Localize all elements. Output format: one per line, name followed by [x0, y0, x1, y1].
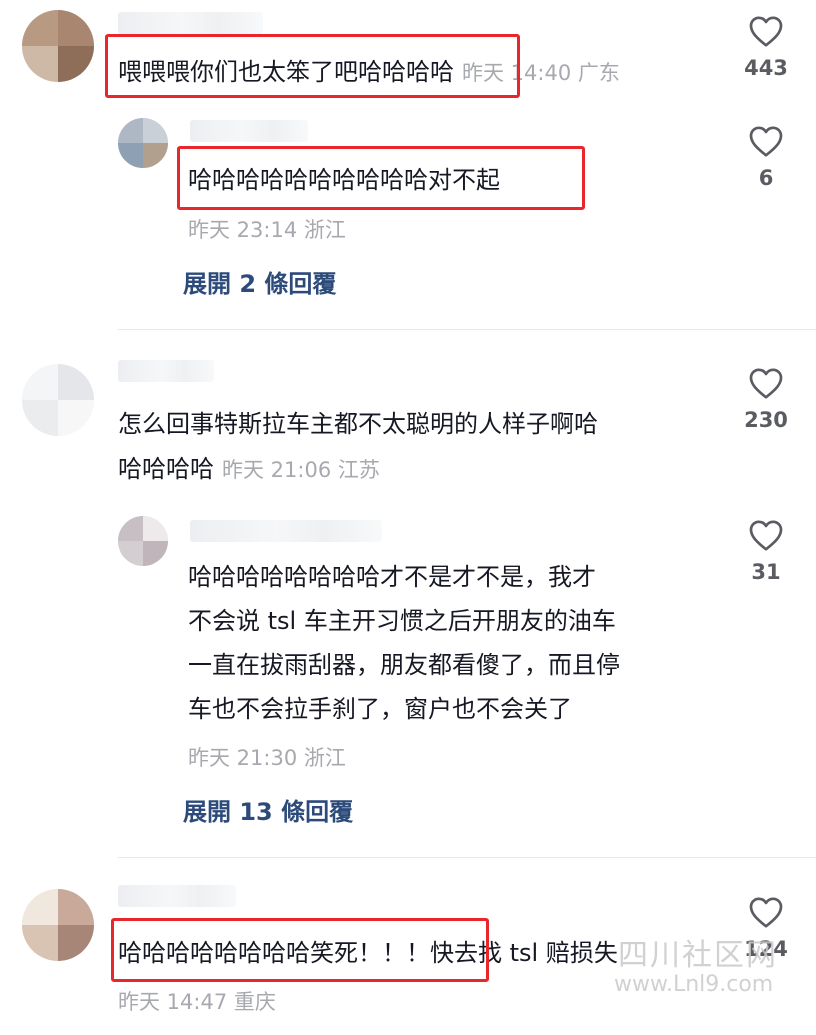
username-blurred[interactable] — [118, 885, 236, 907]
avatar[interactable] — [22, 889, 94, 961]
comment-meta: 昨天 14:47 重庆 — [118, 990, 276, 1014]
like-count: 31 — [751, 560, 781, 584]
like-button[interactable]: 443 — [734, 14, 798, 80]
comment-meta: 昨天 21:06 江苏 — [222, 458, 380, 482]
avatar[interactable] — [22, 364, 94, 436]
heart-outline-icon — [749, 368, 783, 399]
comment-text-line-1: 怎么回事特斯拉车主都不太聪明的人样子啊哈 — [118, 410, 598, 438]
comment-text: 哈哈哈哈哈哈哈哈笑死！！！快去找 tsl 赔损失 — [118, 939, 618, 967]
reply-text-line-4: 车也不会拉手刹了，窗户也不会关了 — [188, 695, 572, 723]
like-count: 443 — [744, 56, 788, 80]
reply-text-line-3: 一直在拔雨刮器，朋友都看傻了，而且停 — [188, 651, 620, 679]
expand-replies-button[interactable]: 展開 13 條回覆 — [183, 792, 353, 827]
username-blurred[interactable] — [190, 520, 382, 542]
divider — [118, 857, 816, 858]
like-button[interactable]: 31 — [734, 518, 798, 584]
username-blurred[interactable] — [190, 120, 308, 142]
comment-body: 喂喂喂你们也太笨了吧哈哈哈哈 — [118, 58, 454, 86]
comment-text: 喂喂喂你们也太笨了吧哈哈哈哈 昨天 14:40 广东 — [118, 50, 620, 95]
like-button[interactable]: 6 — [734, 124, 798, 190]
reply-text: 哈哈哈哈哈哈哈哈哈哈对不起 — [188, 166, 500, 194]
heart-outline-icon — [749, 126, 783, 157]
comment-text-line-2: 哈哈哈哈 昨天 21:06 江苏 — [118, 447, 380, 492]
avatar[interactable] — [118, 118, 168, 168]
watermark-title: 四川社区网 — [618, 938, 778, 973]
reply-text-line-2: 不会说 tsl 车主开习惯之后开朋友的油车 — [188, 607, 616, 635]
reply-meta: 昨天 21:30 浙江 — [188, 746, 346, 770]
like-count: 6 — [758, 166, 774, 190]
like-button[interactable]: 230 — [734, 366, 798, 432]
comment-body: 哈哈哈哈 — [118, 455, 214, 483]
heart-outline-icon — [749, 16, 783, 47]
avatar[interactable] — [118, 516, 168, 566]
avatar[interactable] — [22, 10, 94, 82]
reply-text-line-1: 哈哈哈哈哈哈哈哈才不是才不是，我才 — [188, 563, 596, 591]
heart-outline-icon — [749, 520, 783, 551]
like-count: 230 — [744, 408, 788, 432]
comment-meta: 昨天 14:40 广东 — [462, 61, 620, 85]
reply-meta: 昨天 23:14 浙江 — [188, 218, 346, 242]
username-blurred[interactable] — [118, 360, 214, 382]
heart-outline-icon — [749, 897, 783, 928]
watermark-url: www.Lnl9.com — [614, 972, 774, 997]
expand-replies-button[interactable]: 展開 2 條回覆 — [183, 264, 336, 299]
username-blurred[interactable] — [118, 12, 263, 34]
divider — [118, 329, 816, 330]
